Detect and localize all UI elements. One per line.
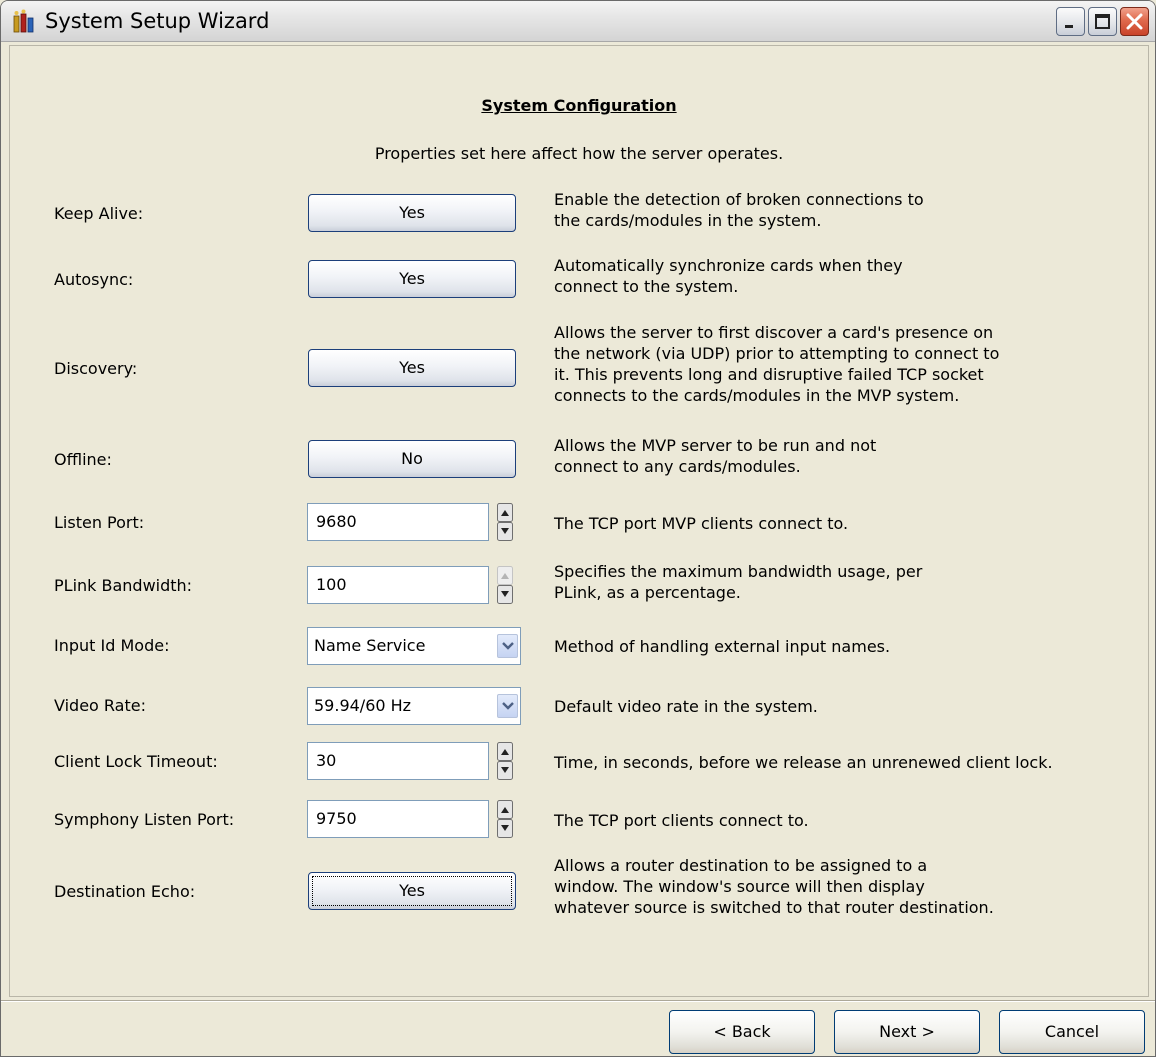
video-rate-select[interactable]: 59.94/60 Hz (307, 687, 521, 725)
minimize-button[interactable] (1056, 7, 1085, 36)
keep-alive-label: Keep Alive: (54, 204, 144, 223)
page-subtitle: Properties set here affect how the serve… (374, 144, 784, 163)
symphony-listen-port-label: Symphony Listen Port: (54, 810, 235, 829)
title-bar[interactable]: System Setup Wizard (1, 1, 1155, 42)
cancel-button[interactable]: Cancel (999, 1010, 1145, 1054)
window-title: System Setup Wizard (45, 9, 270, 33)
autosync-description: Automatically synchronize cards when the… (554, 256, 903, 296)
listen-port-description: The TCP port MVP clients connect to. (554, 514, 849, 533)
maximize-button[interactable] (1088, 7, 1117, 36)
input-id-mode-description: Method of handling external input names. (554, 637, 891, 656)
minimize-icon (1065, 25, 1073, 28)
client-lock-timeout-input[interactable]: 30 (307, 742, 489, 780)
offline-description: Allows the MVP server to be run and not … (554, 436, 877, 476)
video-rate-label: Video Rate: (54, 696, 146, 715)
maximize-icon (1095, 14, 1110, 29)
autosync-toggle[interactable]: Yes (308, 260, 516, 298)
input-id-mode-select[interactable]: Name Service (307, 627, 521, 665)
close-icon (1126, 13, 1143, 30)
app-icon (11, 9, 37, 33)
plink-bandwidth-label: PLink Bandwidth: (54, 576, 193, 595)
input-id-mode-label: Input Id Mode: (54, 636, 170, 655)
listen-port-label: Listen Port: (54, 513, 145, 532)
listen-port-input[interactable]: 9680 (307, 503, 489, 541)
wizard-window: System Setup Wizard System Configuration… (0, 0, 1156, 1057)
symphony-listen-port-description: The TCP port clients connect to. (554, 811, 809, 830)
back-button[interactable]: < Back (669, 1010, 815, 1054)
discovery-label: Discovery: (54, 359, 138, 378)
dropdown-arrow-button[interactable] (497, 694, 518, 718)
discovery-description: Allows the server to first discover a ca… (554, 323, 1000, 405)
configuration-panel: System Configuration Properties set here… (9, 45, 1149, 997)
client-lock-timeout-label: Client Lock Timeout: (54, 752, 218, 771)
discovery-toggle[interactable]: Yes (308, 349, 516, 387)
keep-alive-toggle[interactable]: Yes (308, 194, 516, 232)
plink-bandwidth-description: Specifies the maximum bandwidth usage, p… (554, 562, 923, 602)
offline-toggle[interactable]: No (308, 440, 516, 478)
close-button[interactable] (1120, 7, 1149, 36)
client-lock-timeout-spinner[interactable] (497, 742, 513, 780)
symphony-listen-port-spinner[interactable] (497, 800, 513, 838)
chevron-down-icon (502, 702, 514, 710)
symphony-listen-port-input[interactable]: 9750 (307, 800, 489, 838)
listen-port-spinner[interactable] (497, 503, 513, 541)
plink-bandwidth-spinner[interactable] (497, 566, 513, 604)
destination-echo-label: Destination Echo: (54, 882, 196, 901)
chevron-down-icon (502, 642, 514, 650)
next-button[interactable]: Next > (834, 1010, 980, 1054)
destination-echo-toggle[interactable]: Yes (308, 872, 516, 910)
destination-echo-description: Allows a router destination to be assign… (554, 856, 994, 917)
video-rate-description: Default video rate in the system. (554, 697, 818, 716)
client-lock-timeout-description: Time, in seconds, before we release an u… (554, 753, 1053, 772)
keep-alive-description: Enable the detection of broken connectio… (554, 190, 924, 230)
plink-bandwidth-input[interactable]: 100 (307, 566, 489, 604)
autosync-label: Autosync: (54, 270, 134, 289)
dropdown-arrow-button[interactable] (497, 634, 518, 658)
footer-separator (1, 1000, 1155, 1002)
page-title: System Configuration (481, 96, 677, 115)
offline-label: Offline: (54, 450, 112, 469)
